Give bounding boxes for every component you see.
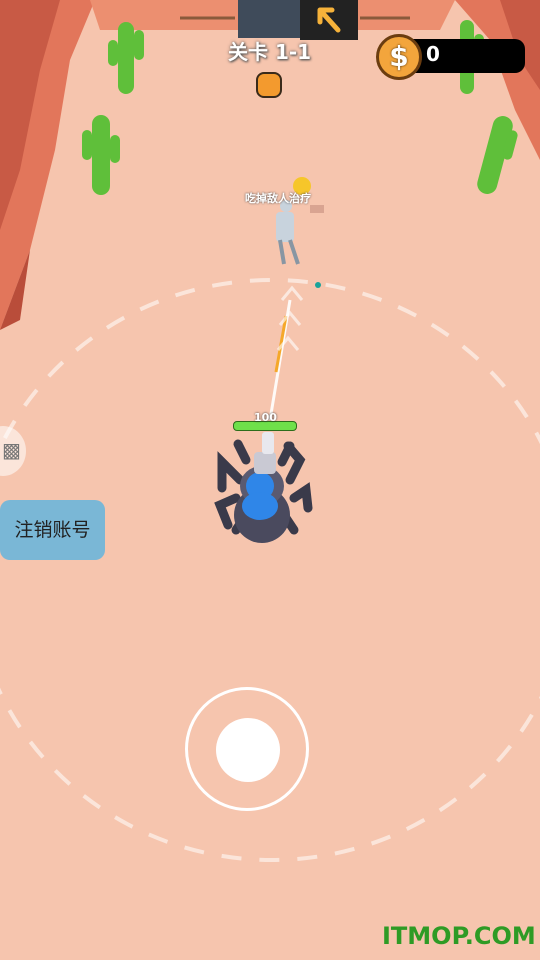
player-health-text: 100 [254,411,277,424]
coin-icon: $ [376,34,422,80]
player-spider [214,432,313,543]
level-label: 关卡 1-1 [228,40,312,64]
game-scene[interactable]: 关卡 1-1 $ 0 吃掉敌人治疗 100 ▩ 注销账号 ITMOP.COM [0,0,540,960]
joystick-knob[interactable] [216,718,280,782]
enemy-hint-text: 吃掉敌人治疗 [245,192,311,205]
watermark-text: ITMOP.COM [382,922,536,950]
logout-account-button[interactable]: 注销账号 [0,500,105,560]
level-progress-dot [256,72,282,98]
camera-icon: ▩ [2,438,21,462]
gate [238,0,304,38]
coin-count: 0 [426,42,440,66]
arena-background [0,0,540,862]
